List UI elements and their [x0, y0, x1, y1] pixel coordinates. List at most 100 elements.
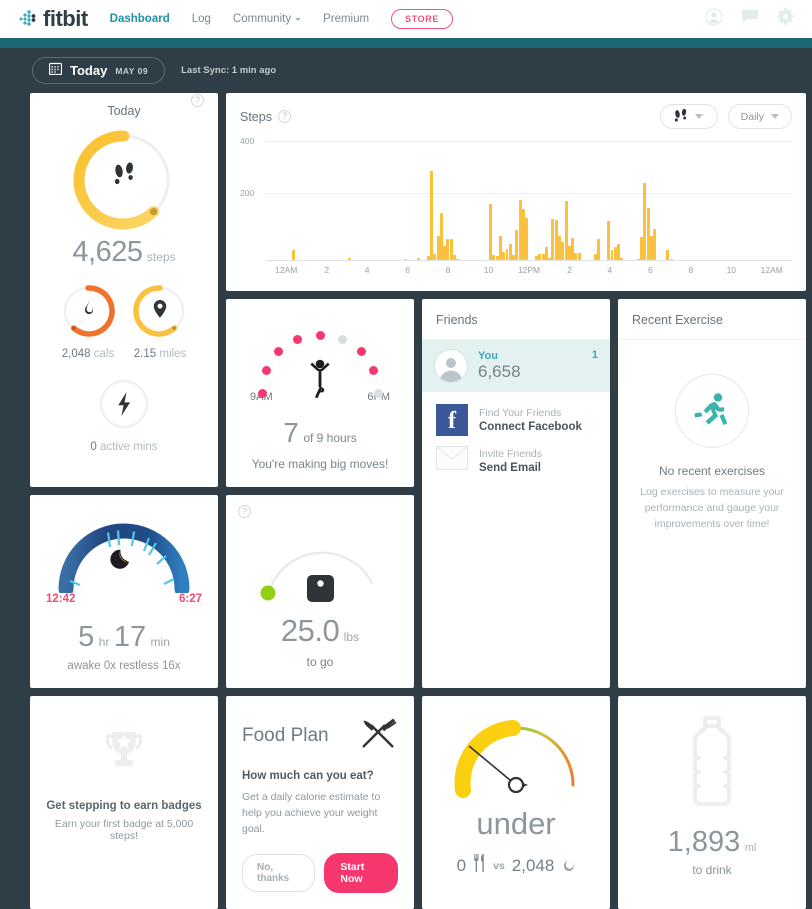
calories-metric[interactable]: 2,048 cals — [60, 283, 116, 360]
hourly-dots — [245, 317, 395, 399]
hour-dot — [274, 347, 284, 357]
bar — [489, 204, 493, 260]
no-thanks-button[interactable]: No, thanks — [242, 854, 316, 893]
steps-bar-chart: 400 200 — [240, 136, 792, 261]
sleep-end-time: 6:27 — [178, 593, 202, 605]
send-email-action[interactable]: Invite Friends Send Email — [422, 436, 610, 475]
person-stretching-icon — [305, 357, 335, 404]
date-picker-date: MAY 09 — [115, 65, 149, 76]
hour-dot — [337, 334, 347, 344]
recent-exercise-title: Recent Exercise — [618, 299, 806, 340]
bar — [430, 170, 433, 260]
bar — [292, 250, 296, 260]
date-picker-label: Today — [70, 63, 108, 78]
fitbit-logo[interactable]: fitbit — [18, 6, 88, 32]
calendar-icon — [48, 62, 63, 80]
sleep-duration: 5 hr 17 min — [30, 621, 218, 654]
food-plan-header: Food Plan — [242, 716, 398, 755]
hours-done: 7 — [283, 417, 299, 448]
active-minutes-metric[interactable]: 0 active mins — [90, 376, 158, 453]
help-icon[interactable]: ? — [191, 94, 204, 107]
bar — [515, 229, 519, 260]
water-card: 1,893 ml to drink — [618, 696, 806, 909]
friend-info: You 6,658 — [478, 350, 521, 382]
bar — [348, 258, 351, 260]
today-summary-card: Today ? 4,625 steps 2,048 cals 2.15 mile… — [30, 93, 218, 487]
moon-icon — [110, 549, 130, 569]
calories-metric-label: 2,048 cals — [61, 348, 115, 360]
calories-balance-card: under 0 vs 2,048 — [422, 696, 610, 909]
friend-rank: 1 — [591, 349, 598, 361]
primary-nav-links: Dashboard Log Community Premium STORE — [110, 0, 453, 38]
sleep-hours: 5 — [78, 621, 95, 653]
footprints-icon — [674, 108, 688, 125]
bar — [492, 255, 496, 260]
badges-title: Get stepping to earn badges — [46, 800, 202, 812]
start-now-button[interactable]: Start Now — [324, 853, 398, 894]
bar — [643, 182, 647, 260]
help-icon[interactable]: ? — [238, 505, 251, 518]
date-picker-today-button[interactable]: Today MAY 09 — [32, 57, 166, 84]
x-axis-tick-labels: 12AM 2 4 6 8 10 12PM 2 4 6 8 10 12AM — [266, 265, 792, 277]
store-button[interactable]: STORE — [391, 9, 453, 29]
nav-link-dashboard[interactable]: Dashboard — [110, 0, 170, 38]
scale-icon — [307, 575, 334, 602]
nav-link-community[interactable]: Community — [233, 0, 302, 38]
active-minutes-row: 0 active mins — [30, 376, 218, 453]
no-exercise-description: Log exercises to measure your performanc… — [640, 486, 784, 530]
steps-chart-card: Steps ? Daily 400 200 12AM 2 4 6 8 10 12… — [226, 93, 806, 291]
water-unit: ml — [744, 842, 757, 854]
bar — [403, 258, 407, 260]
nav-right-icons — [705, 7, 794, 31]
bar — [574, 252, 578, 260]
sleep-minutes: 17 — [113, 621, 147, 653]
calories-consumed: 0 — [456, 855, 467, 875]
sleep-time-range: 12:42 6:27 — [46, 593, 202, 605]
running-person-icon — [675, 374, 749, 448]
chevron-down-icon — [695, 114, 704, 119]
friend-steps: 6,658 — [478, 362, 521, 381]
chart-period-selector[interactable]: Daily — [727, 104, 792, 129]
chart-metric-selector[interactable] — [659, 104, 718, 129]
sleep-quality-summary: awake 0x restless 16x — [67, 660, 181, 672]
bar — [538, 253, 542, 260]
food-plan-description: Get a daily calorie estimate to help you… — [242, 791, 381, 835]
connect-facebook-action[interactable]: f Find Your Friends Connect Facebook — [422, 392, 610, 436]
weight-remaining: 25.0 lbs — [226, 613, 414, 649]
calories-burned: 2,048 — [511, 855, 555, 875]
distance-metric[interactable]: 2.15 miles — [132, 283, 188, 360]
bar-series — [266, 156, 792, 260]
no-exercise-title: No recent exercises — [658, 464, 766, 478]
connect-facebook-text: Find Your Friends Connect Facebook — [479, 407, 582, 433]
x-tick-label: 10 — [726, 265, 737, 275]
bar — [561, 241, 565, 260]
sleep-start-time: 12:42 — [46, 593, 76, 605]
hour-dot — [315, 330, 325, 340]
hour-dot — [261, 366, 271, 376]
steps-total-unit: steps — [146, 250, 176, 264]
bar — [551, 218, 555, 260]
hourly-message: You're making big moves! — [251, 457, 389, 471]
bar — [456, 258, 460, 260]
flame-icon — [561, 854, 575, 877]
account-icon[interactable] — [705, 7, 723, 31]
x-tick-label: 2 — [324, 265, 330, 275]
steps-total: 4,625 steps — [30, 236, 218, 269]
calorie-gauge — [441, 720, 591, 802]
messages-icon[interactable] — [741, 9, 759, 29]
settings-gear-icon[interactable] — [777, 8, 794, 30]
nav-link-log[interactable]: Log — [192, 0, 211, 38]
weight-unit: lbs — [343, 630, 360, 644]
friends-card: Friends You 6,658 1 f Find Your Friends … — [422, 299, 610, 688]
active-minutes-label: 0 active mins — [90, 441, 158, 453]
water-value: 1,893 — [667, 826, 741, 858]
help-icon[interactable]: ? — [277, 110, 291, 123]
friend-row-you[interactable]: You 6,658 1 — [422, 340, 610, 392]
hour-dot — [356, 347, 366, 357]
food-plan-title: Food Plan — [242, 724, 329, 746]
steps-total-value: 4,625 — [72, 236, 143, 268]
hour-dot — [257, 388, 267, 398]
hour-dot — [369, 366, 379, 376]
chevron-down-icon — [295, 17, 302, 21]
nav-link-premium[interactable]: Premium — [323, 0, 369, 38]
